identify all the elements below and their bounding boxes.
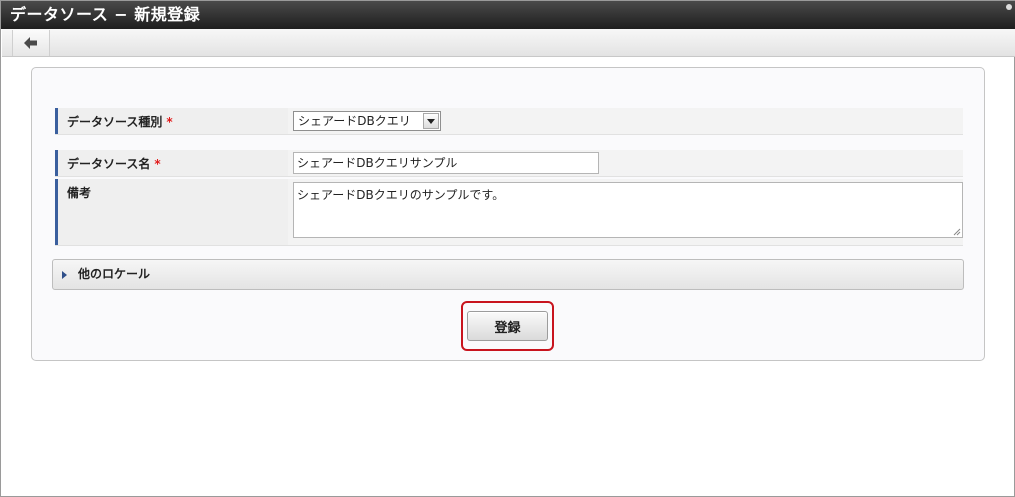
caret-right-icon [62,271,67,279]
resize-grip-icon[interactable] [953,228,961,236]
required-mark: * [154,157,161,171]
window-corner-dot [1006,4,1012,10]
notes-label-cell: 備考 [55,179,285,245]
datasource-type-row: データソース種別 * シェアードDBクエリ [55,108,963,135]
back-button[interactable] [12,30,50,56]
datasource-type-label-cell: データソース種別 * [55,108,285,134]
datasource-name-row: データソース名 * シェアードDBクエリサンプル [55,150,963,177]
notes-row: 備考 シェアードDBクエリのサンプルです。 [55,179,963,246]
app-window: データソース − 新規登録 データソース種別 * シェアードDBクエリ データソー… [0,0,1015,497]
datasource-name-label: データソース名 [67,157,151,171]
other-locales-toggle[interactable]: 他のロケール [52,259,964,290]
notes-label: 備考 [67,186,92,200]
arrow-left-icon [24,37,37,49]
other-locales-label: 他のロケール [78,267,151,281]
register-button[interactable]: 登録 [467,311,548,341]
chevron-down-icon[interactable] [423,113,439,129]
page-title: データソース − 新規登録 [10,5,201,24]
notes-textarea[interactable]: シェアードDBクエリのサンプルです。 [293,182,963,238]
datasource-name-value-cell: シェアードDBクエリサンプル [288,150,963,176]
datasource-type-value-cell: シェアードDBクエリ [288,108,963,134]
datasource-type-label: データソース種別 [67,115,163,129]
title-bar: データソース − 新規登録 [1,1,1015,29]
datasource-type-selected: シェアードDBクエリ [298,114,411,128]
required-mark: * [166,115,173,129]
datasource-name-input[interactable]: シェアードDBクエリサンプル [293,152,599,174]
toolbar [2,29,1015,57]
notes-value-cell: シェアードDBクエリのサンプルです。 [288,179,963,245]
datasource-name-label-cell: データソース名 * [55,150,285,176]
datasource-type-select[interactable]: シェアードDBクエリ [293,111,441,131]
notes-text: シェアードDBクエリのサンプルです。 [297,188,505,202]
